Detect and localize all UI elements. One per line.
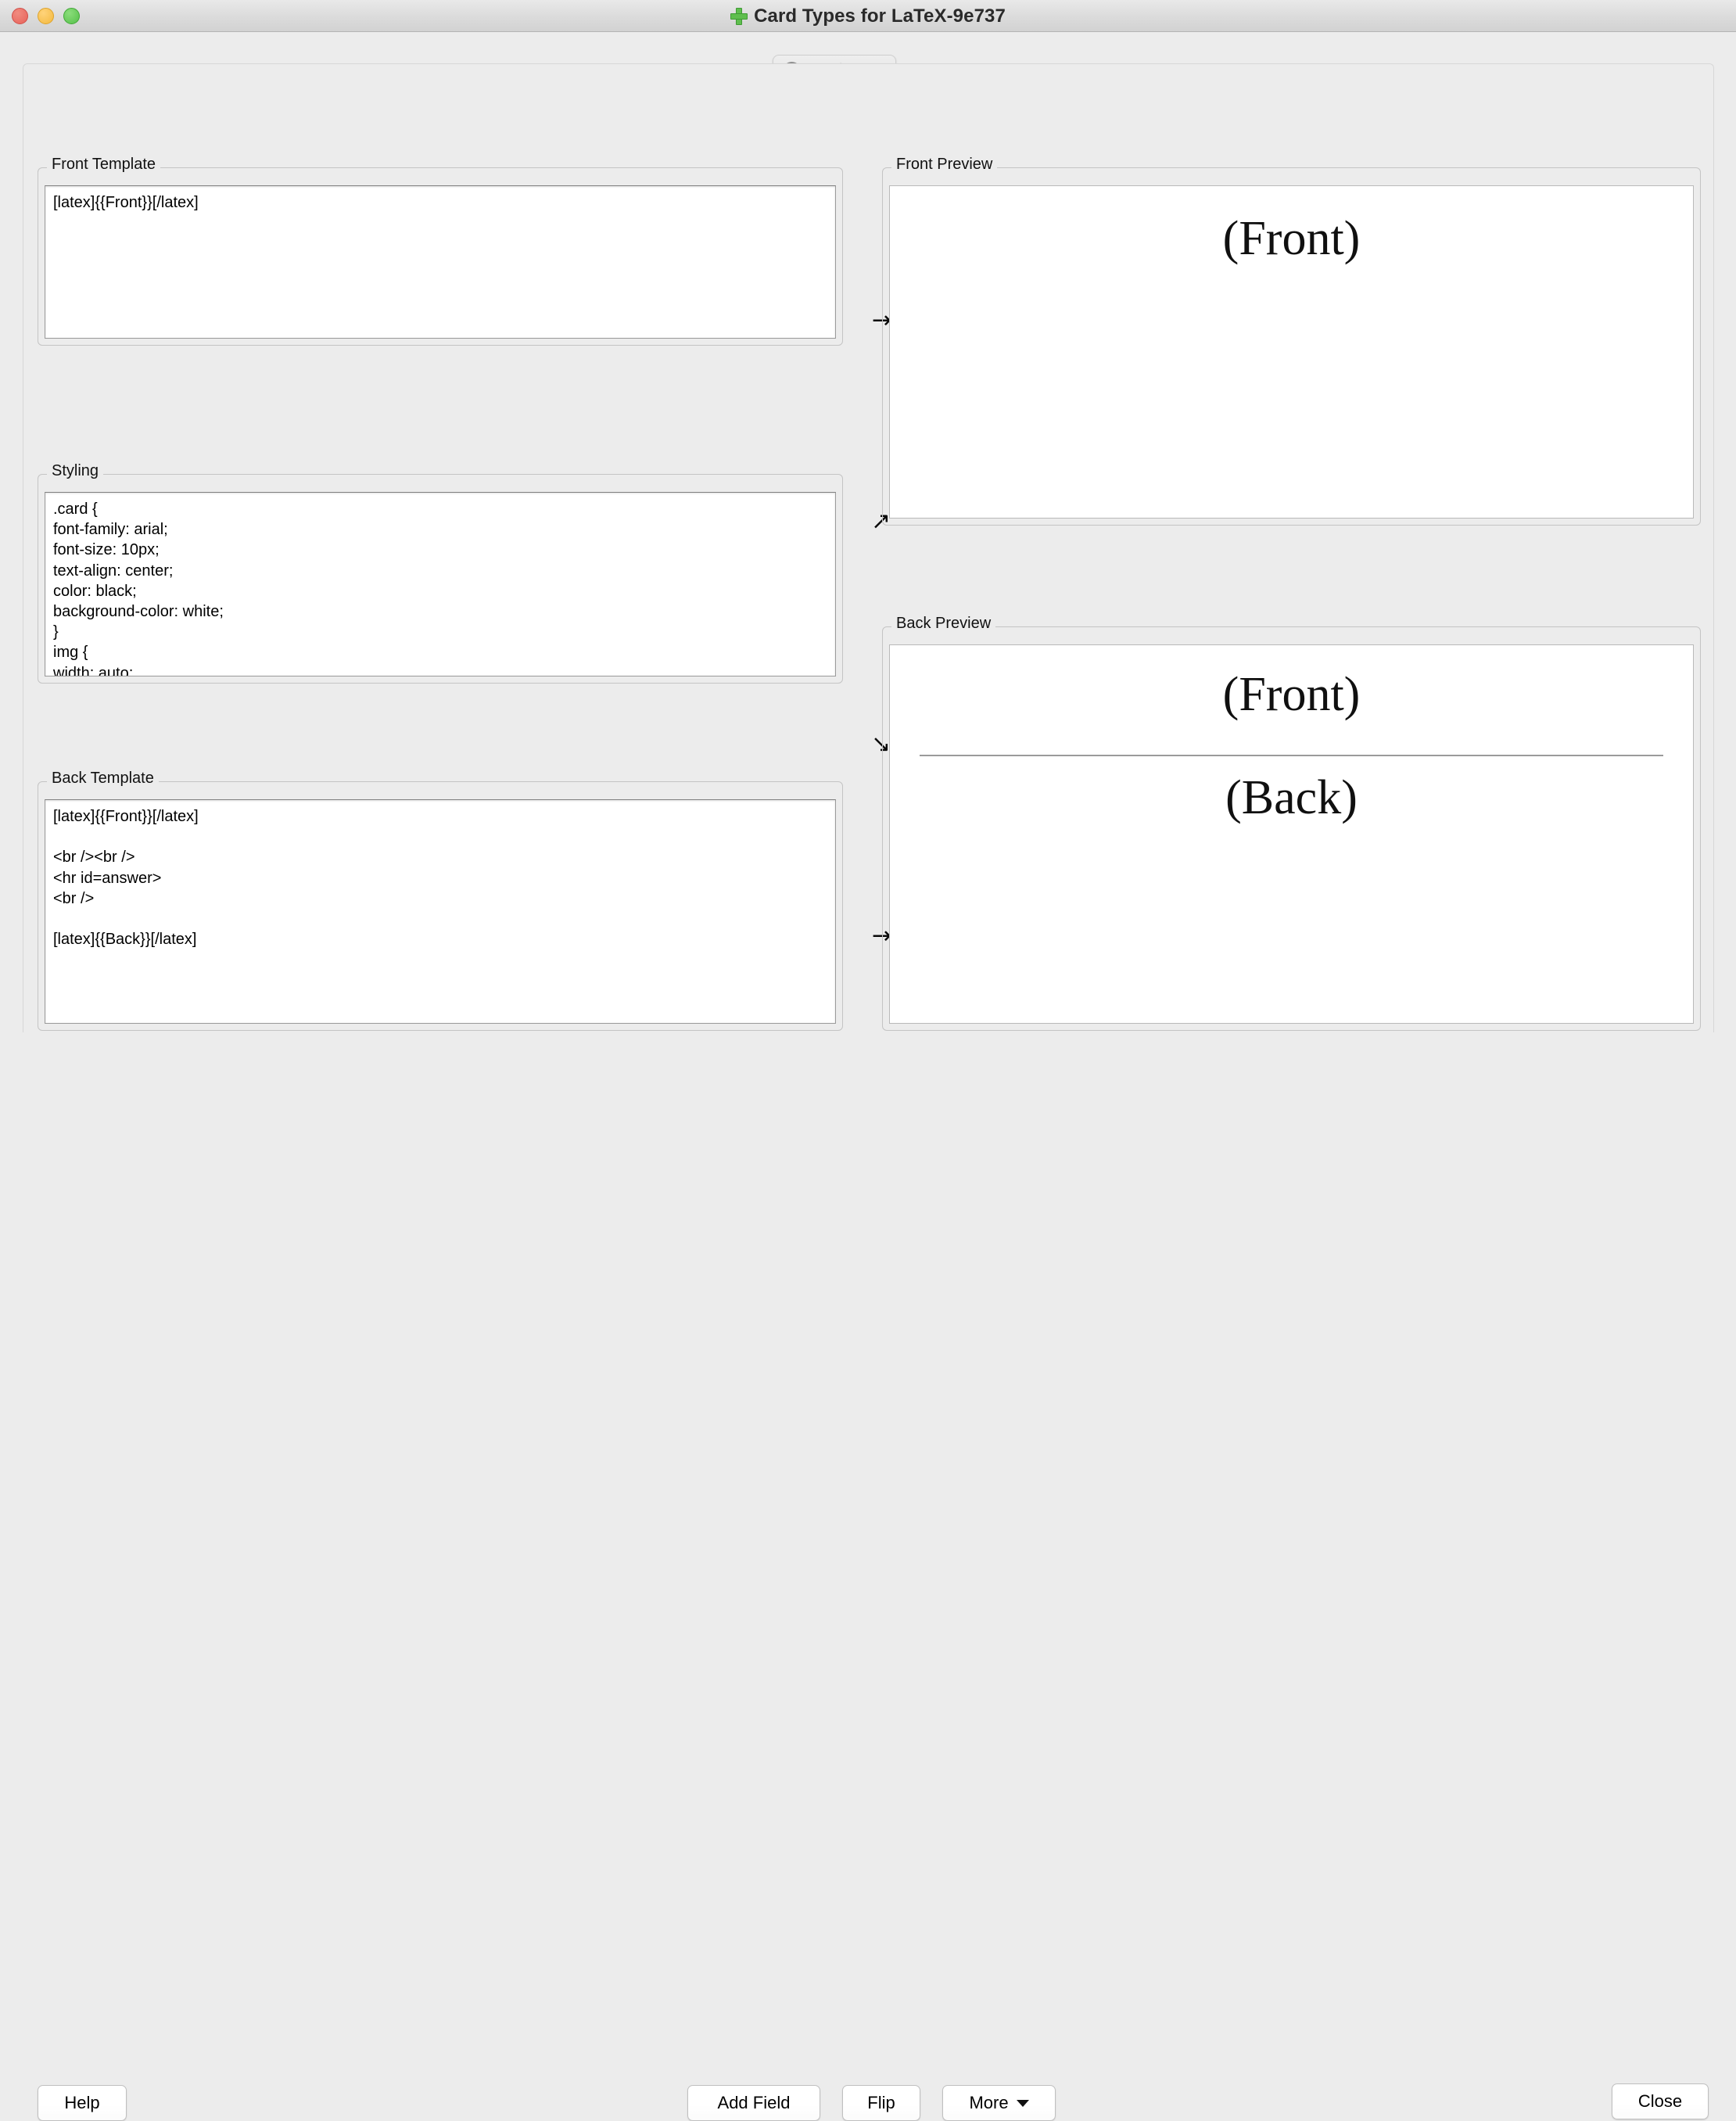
button-bar: Help Add Field Flip More Close — [0, 1032, 1736, 2121]
front-preview-text: (Front) — [1222, 212, 1361, 265]
back-template-input[interactable]: [latex]{{Front}}[/latex] <br /><br /> <h… — [45, 799, 836, 1024]
styling-label: Styling — [47, 462, 104, 480]
front-template-input[interactable]: [latex]{{Front}}[/latex] — [45, 185, 836, 339]
front-preview-label: Front Preview — [891, 156, 998, 174]
chevron-down-icon — [1016, 2099, 1029, 2107]
styling-frame: .card { font-family: arial; font-size: 1… — [38, 474, 843, 684]
front-preview-frame: (Front) — [882, 167, 1701, 526]
front-template-frame: [latex]{{Front}}[/latex] — [38, 167, 843, 346]
back-template-group: Back Template [latex]{{Front}}[/latex] <… — [38, 770, 843, 1031]
flip-button[interactable]: Flip — [842, 2085, 920, 2121]
front-preview-canvas: (Front) — [889, 185, 1694, 519]
back-preview-back-text: (Back) — [1225, 771, 1358, 824]
back-preview-group: Back Preview (Front) (Back) — [882, 615, 1701, 1031]
more-button-label: More — [969, 2093, 1009, 2112]
back-preview-label: Back Preview — [891, 615, 996, 633]
back-template-label: Back Template — [47, 770, 159, 788]
anki-plus-icon — [730, 7, 748, 25]
answer-divider — [920, 755, 1663, 756]
back-preview-front-text: (Front) — [1222, 668, 1361, 721]
styling-group: Styling .card { font-family: arial; font… — [38, 462, 843, 684]
add-field-button[interactable]: Add Field — [687, 2085, 820, 2121]
window-title: Card Types for LaTeX-9e737 — [754, 5, 1006, 27]
front-template-label: Front Template — [47, 156, 161, 174]
title-bar: Card Types for LaTeX-9e737 — [0, 0, 1736, 32]
help-button[interactable]: Help — [38, 2085, 127, 2121]
styling-input[interactable]: .card { font-family: arial; font-size: 1… — [45, 492, 836, 676]
back-template-frame: [latex]{{Front}}[/latex] <br /><br /> <h… — [38, 781, 843, 1031]
back-preview-canvas: (Front) (Back) — [889, 644, 1694, 1024]
editor-panel: Front Template [latex]{{Front}}[/latex] … — [23, 63, 1714, 1032]
more-button[interactable]: More — [942, 2085, 1056, 2121]
back-preview-frame: (Front) (Back) — [882, 626, 1701, 1031]
front-preview-group: Front Preview (Front) — [882, 156, 1701, 526]
card-types-window: Card Types for LaTeX-9e737 Card 1 + Fron… — [0, 0, 1736, 2121]
window-title-group: Card Types for LaTeX-9e737 — [0, 0, 1736, 32]
close-button[interactable]: Close — [1612, 2083, 1709, 2119]
front-template-group: Front Template [latex]{{Front}}[/latex] — [38, 156, 843, 346]
